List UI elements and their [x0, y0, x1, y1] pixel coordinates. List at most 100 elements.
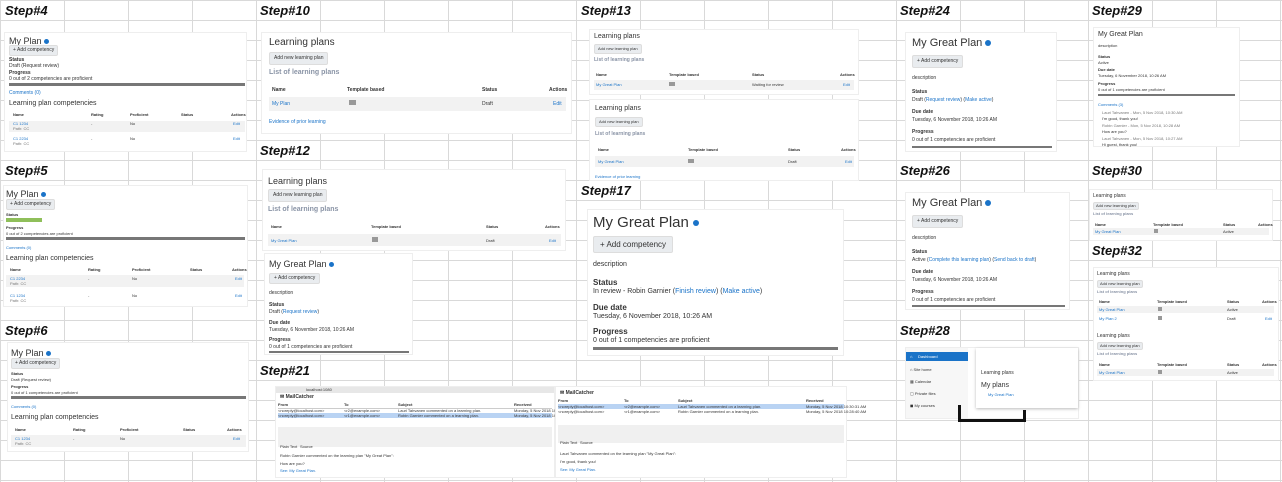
tab-plain-text[interactable]: Plain Text	[560, 440, 577, 446]
table-row: My Great Plan Draft Edit	[595, 156, 854, 167]
add-competency-button[interactable]: + Add competency	[11, 358, 61, 369]
progress-text: 0 out of 2 competencies are proficient	[9, 76, 93, 82]
progress-text: 0 out of 1 competencies are proficient	[912, 137, 996, 143]
status-value: Draft (Request review)	[11, 377, 52, 382]
nav-my-courses[interactable]: ◼ My courses	[910, 403, 935, 409]
add-new-learning-plan-button[interactable]: Add new learning plan	[1097, 280, 1143, 288]
due-date-label: Due date	[912, 269, 934, 275]
mail-body-line: Robin Garnier commented on the learning …	[280, 453, 394, 458]
mailcatcher-title: ✉ MailCatcher	[560, 390, 594, 396]
table-row: My Great Plan Active	[1097, 369, 1274, 376]
step-label: Step#12	[258, 143, 312, 159]
status-value: Active (Complete this learning plan) (Se…	[912, 257, 1037, 263]
plan-title: My Great Plan	[593, 214, 689, 231]
learning-plans-card-step13a: Learning plans Add new learning plan Lis…	[590, 30, 858, 94]
comments-link[interactable]: Comments (0)	[11, 404, 36, 410]
add-competency-button[interactable]: + Add competency	[912, 215, 964, 228]
learning-plans-card-step32: Learning plans Add new learning plan Lis…	[1094, 268, 1278, 380]
list-heading: List of learning plans	[1097, 289, 1138, 294]
browser-toolbar: localhost:1080	[276, 387, 554, 393]
mail-body-link[interactable]: See: My Great Plan.	[560, 467, 596, 473]
nav-dashboard[interactable]: ⌂ Dashboard	[906, 352, 968, 361]
make-active-link[interactable]: Make active	[723, 288, 760, 295]
mail-body-line: Lauri Tahvanen commented on the learning…	[560, 451, 677, 456]
complete-plan-link[interactable]: Complete this learning plan	[929, 257, 990, 263]
progress-bar	[912, 146, 1052, 148]
plan-title: My Great Plan	[269, 259, 327, 269]
add-new-learning-plan-button[interactable]: Add new learning plan	[595, 117, 643, 127]
comments-link[interactable]: Comments (3)	[1098, 102, 1123, 108]
add-competency-button[interactable]: + Add competency	[912, 55, 964, 68]
progress-bar	[593, 347, 838, 350]
send-back-to-draft-link[interactable]: Send back to draft	[994, 257, 1035, 263]
plan-title: My Plan	[6, 189, 39, 199]
comment-item: Robin Garnier - Mon, 5 Nov 2018, 10:28 A…	[1102, 123, 1181, 134]
mail-row-selected[interactable]: <noreply@localhost.com> <r1@example.com>…	[278, 413, 574, 418]
add-competency-button[interactable]: + Add competency	[593, 236, 674, 253]
comments-link[interactable]: Comments (0)	[6, 245, 31, 251]
progress-label: Progress	[912, 129, 934, 135]
table-header: Name Template based Status Actions	[271, 224, 560, 229]
list-heading: List of learning plans	[594, 57, 645, 63]
info-icon	[329, 262, 335, 268]
table-row: C1 1234 Path: CC - No Edit	[11, 435, 246, 447]
status-value: Draft (Request review)	[269, 309, 320, 315]
add-new-learning-plan-button[interactable]: Add new learning plan	[1097, 342, 1143, 350]
tab-source[interactable]: Source	[300, 444, 313, 450]
plan-title: My Great Plan	[1098, 31, 1143, 38]
table-header: Name Rating Proficient Status Actions	[13, 112, 246, 117]
add-new-learning-plan-button[interactable]: Add new learning plan	[269, 52, 329, 65]
add-competency-button[interactable]: + Add competency	[9, 45, 59, 56]
moodle-nav-step28: ⌂ Dashboard ⌂ Site home ▦ Calendar ▢ Priv…	[906, 348, 1078, 418]
mailcatcher-window-1: localhost:1080 ✉ MailCatcher From To Sub…	[276, 387, 574, 477]
add-new-learning-plan-button[interactable]: Add new learning plan	[1093, 202, 1139, 210]
mail-body-line: I'm good, thank you!	[560, 459, 596, 464]
mailcatcher-window-2: ✉ MailCatcher From To Subject Received <…	[556, 387, 866, 477]
evidence-link[interactable]: Evidence of prior learning	[595, 174, 640, 180]
progress-text: 0 out of 1 competencies are proficient	[912, 297, 996, 303]
my-great-plan-link[interactable]: My Great Plan	[988, 392, 1014, 398]
add-new-learning-plan-button[interactable]: Add new learning plan	[594, 44, 642, 54]
page-title: Learning plans	[595, 105, 641, 112]
progress-text: 0 out of 1 competencies are proficient	[593, 337, 710, 344]
finish-review-link[interactable]: Finish review	[675, 288, 716, 295]
table-row: My Great Plan Waiting for review Edit	[594, 80, 854, 90]
info-icon	[44, 39, 50, 45]
progress-text: 0 out of 1 competencies are proficient	[1098, 87, 1165, 92]
plan-card-step12: My Great Plan + Add competency descripti…	[265, 254, 412, 354]
due-date-value: Tuesday, 6 November 2018, 10:26 AM	[912, 277, 998, 283]
mail-headers	[278, 427, 552, 447]
table-row: My Great Plan Draft Edit	[268, 234, 561, 246]
nav-private-files[interactable]: ▢ Private files	[910, 391, 936, 397]
description: description	[593, 261, 627, 268]
status-value: Draft (Request review)	[9, 63, 60, 69]
due-date-value: Tuesday, 6 November 2018, 10:26 AM	[269, 327, 355, 333]
tab-source[interactable]: Source	[580, 440, 593, 446]
evidence-link[interactable]: Evidence of prior learning	[269, 119, 326, 126]
table-header: Name Template based Status Actions	[272, 87, 568, 93]
due-date-value: Tuesday, 6 November 2018, 10:26 AM	[912, 117, 998, 123]
nav-site-home[interactable]: ⌂ Site home	[910, 367, 932, 373]
request-review-link[interactable]: Request review	[283, 309, 317, 315]
mail-headers	[558, 425, 844, 443]
comment-item: Lauri Tahvanen - Mon, 5 Nov 2018, 10:30 …	[1102, 110, 1183, 121]
description: description	[912, 235, 937, 241]
request-review-link[interactable]: Request review	[926, 97, 960, 103]
mailcatcher-title: ✉ MailCatcher	[280, 394, 314, 400]
plan-card-step17: My Great Plan + Add competency descripti…	[588, 210, 843, 355]
plan-card-step5: My Plan + Add competency Status Progress…	[4, 186, 247, 306]
plan-card-step24: My Great Plan + Add competency descripti…	[906, 33, 1056, 151]
page-title: Learning plans	[269, 37, 335, 48]
add-competency-button[interactable]: + Add competency	[269, 273, 321, 284]
progress-label: Progress	[593, 327, 628, 336]
tab-plain-text[interactable]: Plain Text	[280, 444, 297, 450]
add-competency-button[interactable]: + Add competency	[6, 199, 56, 210]
make-active-link[interactable]: Make active	[965, 97, 992, 103]
add-new-learning-plan-button[interactable]: Add new learning plan	[268, 189, 328, 202]
nav-calendar[interactable]: ▦ Calendar	[910, 379, 931, 385]
comments-link[interactable]: Comments (0)	[9, 90, 41, 97]
step-label: Step#24	[898, 3, 952, 19]
comment-item: Lauri Tahvanen - Mon, 5 Nov 2018, 10:27 …	[1102, 136, 1183, 147]
mail-body-link[interactable]: See: My Great Plan.	[280, 468, 316, 474]
mail-row[interactable]: <noreply@localhost.com> <r1@example.com>…	[558, 409, 866, 414]
